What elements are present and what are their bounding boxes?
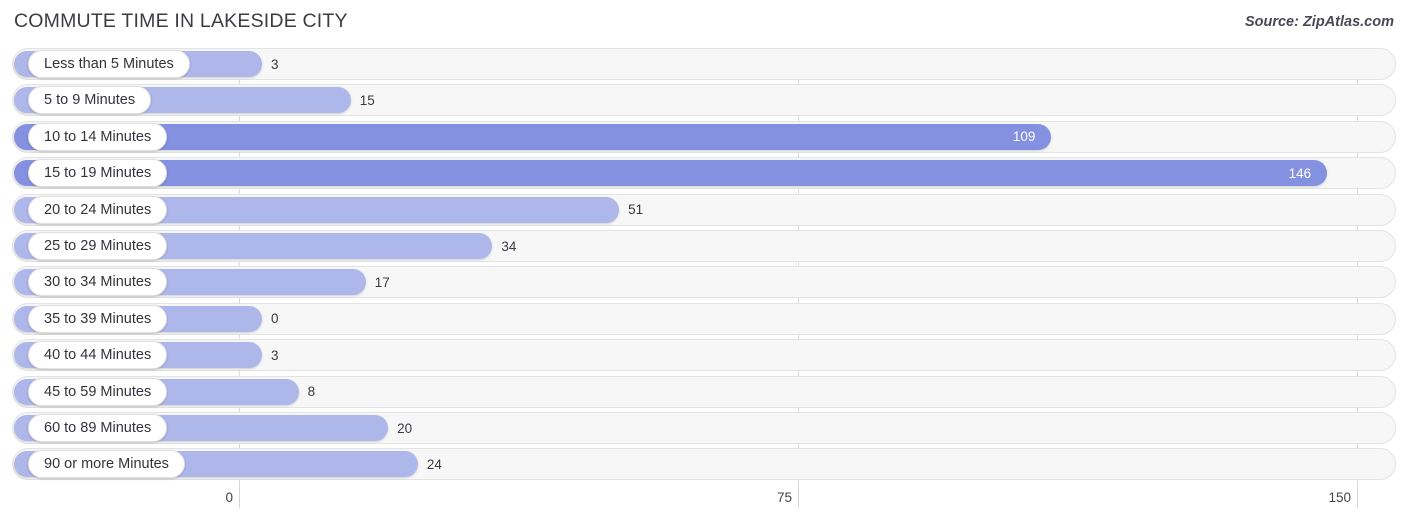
bar-value-label: 51 <box>628 202 644 218</box>
bar-value-label: 17 <box>374 274 390 290</box>
chart-container: COMMUTE TIME IN LAKESIDE CITY Source: Zi… <box>0 0 1406 523</box>
category-label: 40 to 44 Minutes <box>28 341 168 370</box>
category-label: Less than 5 Minutes <box>28 50 190 78</box>
category-label: 60 to 89 Minutes <box>28 414 168 442</box>
chart-row[interactable]: 60 to 89 Minutes 20 <box>12 412 1396 444</box>
chart-row[interactable]: 30 to 34 Minutes 17 <box>12 266 1396 299</box>
chart-row[interactable]: Less than 5 Minutes 3 <box>12 48 1396 80</box>
chart-row[interactable]: 35 to 39 Minutes 0 <box>12 302 1396 335</box>
category-label: 35 to 39 Minutes <box>28 304 168 333</box>
axis-tick-mark <box>1357 486 1358 508</box>
category-label: 20 to 24 Minutes <box>28 195 168 224</box>
plot-area: Less than 5 Minutes 3 5 to 9 Minutes 15 10 t… <box>0 48 1406 486</box>
category-label: 5 to 9 Minutes <box>28 86 152 115</box>
bar-value-label: 0 <box>271 311 279 327</box>
axis-tick-mark <box>239 486 240 508</box>
bar-value-label: 20 <box>397 420 413 436</box>
x-axis: 0 75 150 <box>0 486 1406 523</box>
axis-tick-label: 0 <box>225 490 233 505</box>
axis-tick-label: 75 <box>776 490 792 505</box>
source-attribution: Source: ZipAtlas.com <box>1244 14 1394 30</box>
bar-value-label: 3 <box>271 347 279 363</box>
bar-value-label: 3 <box>271 56 279 72</box>
category-label: 45 to 59 Minutes <box>28 377 168 406</box>
axis-tick-mark <box>798 486 799 508</box>
chart-row[interactable]: 15 to 19 Minutes 146 <box>12 157 1396 190</box>
bar-value-label: 15 <box>359 92 375 108</box>
chart-row[interactable]: 45 to 59 Minutes 8 <box>12 375 1396 408</box>
category-label: 90 or more Minutes <box>28 450 185 479</box>
bar-value-label: 34 <box>501 238 517 254</box>
bar-value-label: 146 <box>1288 165 1312 181</box>
category-label: 25 to 29 Minutes <box>28 232 168 260</box>
chart-row[interactable]: 25 to 29 Minutes 34 <box>12 230 1396 262</box>
chart-row[interactable]: 5 to 9 Minutes 15 <box>12 84 1396 117</box>
bar-value-label: 8 <box>307 384 316 400</box>
chart-row[interactable]: 20 to 24 Minutes 51 <box>12 193 1396 226</box>
chart-header: COMMUTE TIME IN LAKESIDE CITY Source: Zi… <box>0 0 1406 46</box>
page-title: COMMUTE TIME IN LAKESIDE CITY <box>14 10 348 32</box>
bar-value-label: 109 <box>1012 129 1036 145</box>
chart-row[interactable]: 90 or more Minutes 24 <box>12 448 1396 481</box>
axis-tick-label: 150 <box>1328 490 1351 505</box>
bar-value-label: 24 <box>426 456 442 472</box>
chart-row[interactable]: 10 to 14 Minutes 109 <box>12 120 1396 153</box>
chart-row[interactable]: 40 to 44 Minutes 3 <box>12 339 1396 372</box>
category-label: 30 to 34 Minutes <box>28 268 168 297</box>
